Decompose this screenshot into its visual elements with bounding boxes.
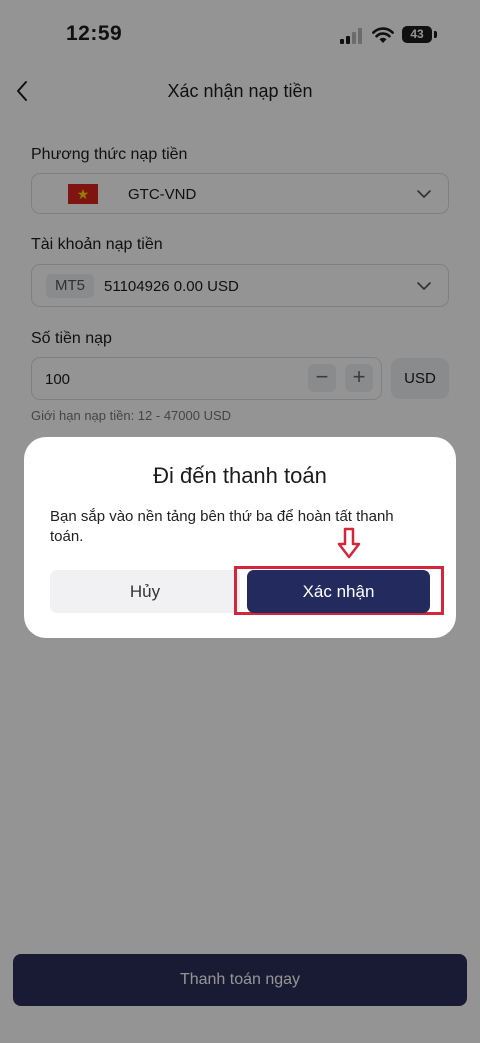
dialog-message: Bạn sắp vào nền tảng bên thứ ba để hoàn … [50, 508, 394, 545]
cancel-button[interactable]: Hủy [50, 570, 240, 613]
payment-dialog: Đi đến thanh toán Bạn sắp vào nền tảng b… [24, 437, 456, 638]
deposit-confirm-screen: 12:59 43 Xác nhận nạp tiền Phương thức n… [0, 0, 480, 1043]
dialog-title: Đi đến thanh toán [153, 463, 327, 488]
down-arrow-icon [337, 527, 361, 559]
confirm-button[interactable]: Xác nhận [247, 570, 430, 613]
